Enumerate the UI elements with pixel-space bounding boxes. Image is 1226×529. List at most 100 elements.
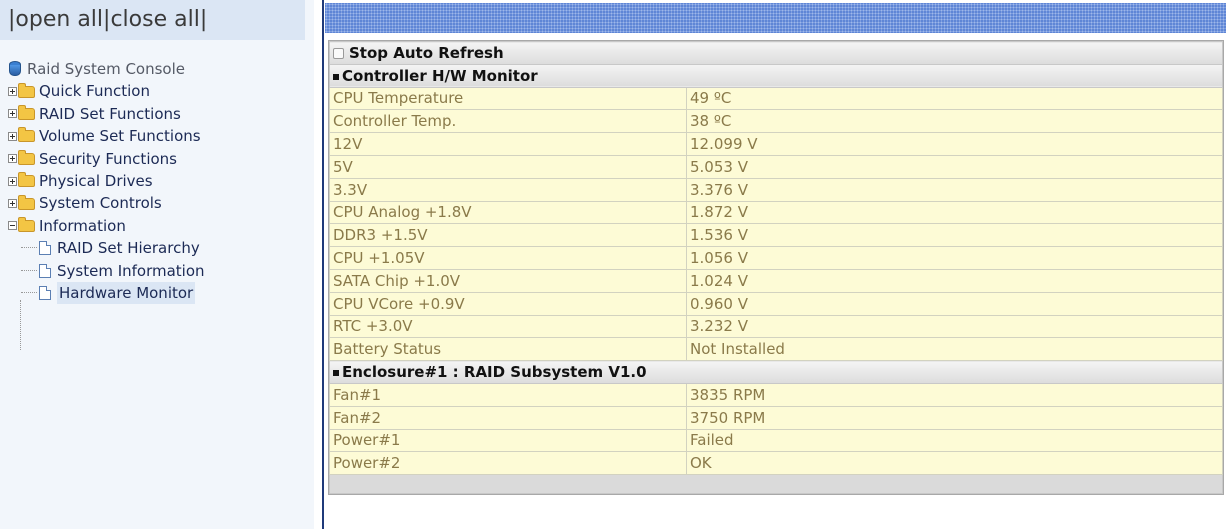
sensor-name: CPU VCore +0.9V xyxy=(329,291,687,316)
expand-icon[interactable] xyxy=(8,87,17,97)
database-icon xyxy=(8,61,22,77)
tree-item-raid-set-hierarchy[interactable]: RAID Set Hierarchy xyxy=(8,237,205,259)
tree-folder-label: RAID Set Functions xyxy=(39,104,181,123)
sensor-value: 3.376 V xyxy=(686,177,1223,202)
page-icon xyxy=(39,241,51,256)
separator: | xyxy=(199,7,208,32)
enclosure-section-title: Enclosure#1 : RAID Subsystem V1.0 xyxy=(342,363,647,382)
table-row: DDR3 +1.5V 1.536 V xyxy=(329,223,1223,248)
bullet-icon xyxy=(333,73,339,80)
sensor-value: 49 ºC xyxy=(686,86,1223,111)
tree-item-label: RAID Set Hierarchy xyxy=(57,239,200,258)
sensor-value: 1.872 V xyxy=(686,200,1223,225)
sensor-name: Controller Temp. xyxy=(329,109,687,134)
table-row: CPU VCore +0.9V 0.960 V xyxy=(329,291,1223,316)
expand-icon[interactable] xyxy=(8,154,17,164)
table-row: CPU +1.05V 1.056 V xyxy=(329,246,1223,270)
tree-folder-physical-drives[interactable]: Physical Drives xyxy=(8,170,205,192)
sensor-name: SATA Chip +1.0V xyxy=(329,268,687,293)
table-row: Fan#2 3750 RPM xyxy=(329,405,1223,430)
tree-toolbar: |open all|close all| xyxy=(0,0,305,40)
table-row: Fan#1 3835 RPM xyxy=(329,382,1223,407)
expand-icon[interactable] xyxy=(8,199,17,209)
header-banner xyxy=(325,3,1226,33)
tree-folder-raid-set-functions[interactable]: RAID Set Functions xyxy=(8,103,205,125)
hardware-monitor-panel: Stop Auto Refresh Controller H/W Monitor… xyxy=(328,40,1224,496)
tree-folder-security-functions[interactable]: Security Functions xyxy=(8,148,205,170)
tree-folder-label: Physical Drives xyxy=(39,171,153,190)
tree-folder-label: Information xyxy=(39,216,126,235)
sensor-name: Power#1 xyxy=(329,428,687,453)
tree-item-hardware-monitor[interactable]: Hardware Monitor xyxy=(8,281,205,305)
table-row: 5V 5.053 V xyxy=(329,154,1223,179)
sensor-value: 0.960 V xyxy=(686,291,1223,316)
navigation-frame: |open all|close all| Raid System Console… xyxy=(0,0,314,529)
controller-section-title: Controller H/W Monitor xyxy=(342,66,538,85)
table-row: RTC +3.0V 3.232 V xyxy=(329,314,1223,339)
folder-icon xyxy=(18,149,35,165)
tree-connector xyxy=(21,292,37,294)
controller-section-header: Controller H/W Monitor xyxy=(329,63,1223,88)
folder-icon xyxy=(18,104,35,120)
sensor-name: CPU Analog +1.8V xyxy=(329,200,687,225)
navigation-tree: Raid System Console Quick Function RAID … xyxy=(8,58,205,350)
tree-folder-volume-set-functions[interactable]: Volume Set Functions xyxy=(8,125,205,147)
folder-icon xyxy=(18,127,35,143)
sensor-value: 1.024 V xyxy=(686,268,1223,293)
folder-icon xyxy=(18,82,35,98)
table-row: CPU Analog +1.8V 1.872 V xyxy=(329,200,1223,225)
tree-folder-label: Volume Set Functions xyxy=(39,127,201,146)
table-row: Controller Temp. 38 ºC xyxy=(329,109,1223,134)
tree-item-label: System Information xyxy=(57,261,205,280)
auto-refresh-label[interactable]: Stop Auto Refresh xyxy=(349,44,504,62)
open-all-link[interactable]: open all xyxy=(15,7,103,32)
folder-icon xyxy=(18,172,35,188)
sensor-name: Battery Status xyxy=(329,337,687,362)
table-row: Power#1 Failed xyxy=(329,428,1223,453)
collapse-icon[interactable] xyxy=(8,221,17,231)
tree-folder-quick-function[interactable]: Quick Function xyxy=(8,80,205,102)
table-row: 3.3V 3.376 V xyxy=(329,177,1223,202)
tree-root[interactable]: Raid System Console xyxy=(8,58,205,80)
sensor-value: 1.536 V xyxy=(686,223,1223,248)
tree-folder-label: Security Functions xyxy=(39,149,177,168)
close-all-link[interactable]: close all xyxy=(110,7,199,32)
tree-branch-line xyxy=(20,300,21,350)
page-icon xyxy=(39,263,51,278)
bullet-icon xyxy=(333,370,339,377)
enclosure-section-header: Enclosure#1 : RAID Subsystem V1.0 xyxy=(329,360,1223,384)
tree-connector xyxy=(21,247,37,249)
sensor-name: Power#2 xyxy=(329,451,687,476)
sensor-name: CPU +1.05V xyxy=(329,246,687,270)
sensor-value: 12.099 V xyxy=(686,132,1223,156)
sensor-value: 38 ºC xyxy=(686,109,1223,134)
hardware-monitor-table: Stop Auto Refresh Controller H/W Monitor… xyxy=(329,41,1223,495)
sensor-name: RTC +3.0V xyxy=(329,314,687,339)
sensor-value: 3750 RPM xyxy=(686,405,1223,430)
sensor-value: Failed xyxy=(686,428,1223,453)
tree-item-system-information[interactable]: System Information xyxy=(8,260,205,282)
sensor-value: 3.232 V xyxy=(686,314,1223,339)
expand-icon[interactable] xyxy=(8,109,17,119)
table-row: CPU Temperature 49 ºC xyxy=(329,86,1223,111)
tree-folder-label: System Controls xyxy=(39,194,162,213)
sensor-name: CPU Temperature xyxy=(329,86,687,111)
sensor-value: OK xyxy=(686,451,1223,476)
sensor-value: 5.053 V xyxy=(686,154,1223,179)
sensor-name: 5V xyxy=(329,154,687,179)
tree-folder-label: Quick Function xyxy=(39,82,150,101)
tree-item-label-selected: Hardware Monitor xyxy=(57,281,196,305)
folder-icon xyxy=(18,194,35,210)
table-footer xyxy=(329,474,1223,495)
table-row: 12V 12.099 V xyxy=(329,132,1223,156)
expand-icon[interactable] xyxy=(8,131,17,141)
tree-folder-information[interactable]: Information xyxy=(8,215,205,237)
auto-refresh-checkbox[interactable] xyxy=(333,47,344,59)
sensor-value: 3835 RPM xyxy=(686,382,1223,407)
expand-icon[interactable] xyxy=(8,176,17,186)
sensor-name: 3.3V xyxy=(329,177,687,202)
sensor-value: Not Installed xyxy=(686,337,1223,362)
table-row: Battery Status Not Installed xyxy=(329,337,1223,362)
frame-divider[interactable] xyxy=(322,0,324,529)
tree-folder-system-controls[interactable]: System Controls xyxy=(8,192,205,214)
